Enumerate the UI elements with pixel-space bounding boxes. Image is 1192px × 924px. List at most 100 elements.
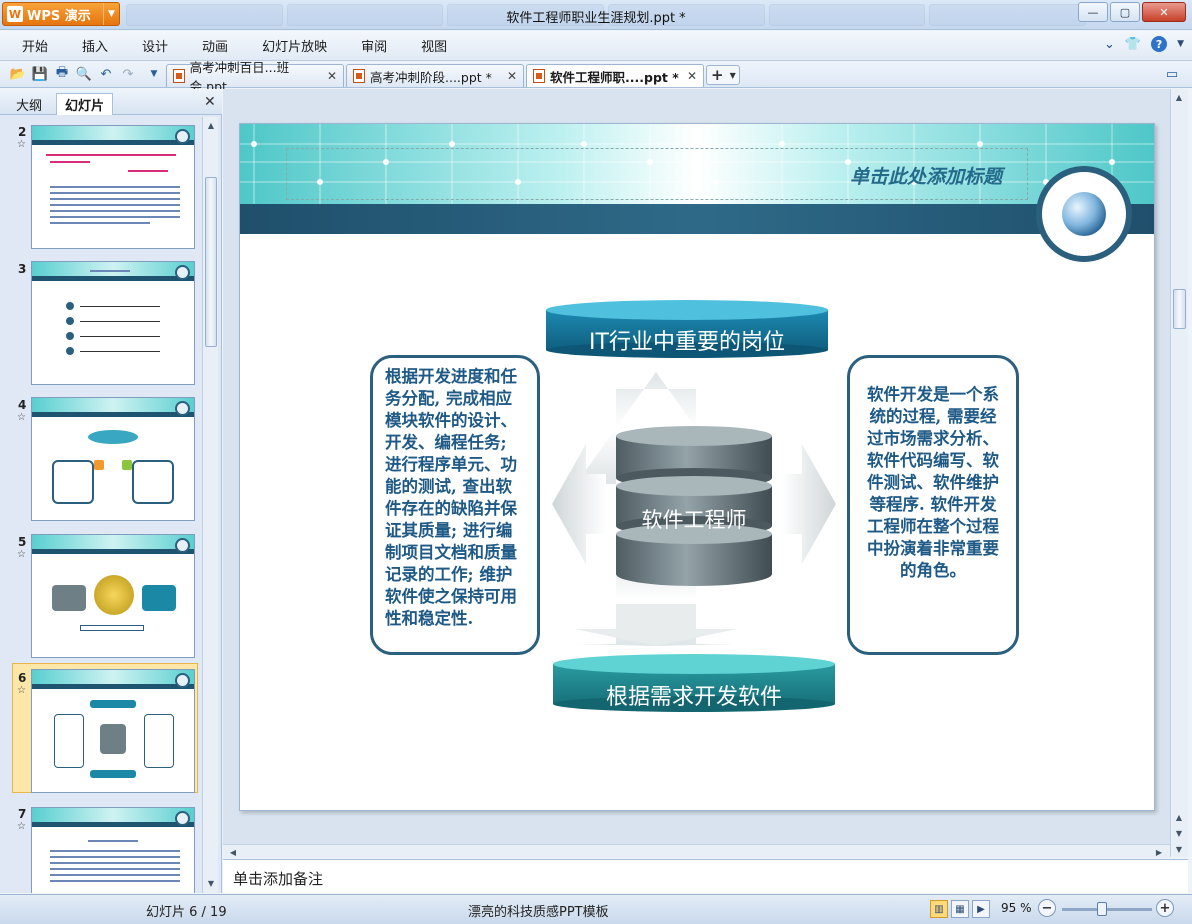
maximize-button[interactable]: ▢ xyxy=(1110,2,1140,22)
menu-right-tools: ⌄ 👕 ? ▼ xyxy=(1104,36,1184,52)
scroll-right-icon[interactable]: ▶ xyxy=(1153,846,1165,858)
chevron-down-icon[interactable]: ▼ xyxy=(1177,39,1184,49)
close-tab-icon[interactable]: ✕ xyxy=(687,69,697,83)
animation-star-icon: ☆ xyxy=(17,549,26,560)
new-tab-button[interactable]: + ▼ xyxy=(706,65,740,85)
menu-insert[interactable]: 插入 xyxy=(70,36,130,55)
scroll-down-icon[interactable]: ▼ xyxy=(1173,843,1185,855)
close-tab-icon[interactable]: ✕ xyxy=(507,69,517,83)
editor-horizontal-scrollbar[interactable]: ◀ ▶ xyxy=(223,844,1170,858)
menu-review[interactable]: 审阅 xyxy=(349,36,409,55)
save-icon[interactable]: 💾 xyxy=(32,66,48,82)
plus-icon: + xyxy=(711,66,724,84)
slide-thumb[interactable] xyxy=(31,397,195,521)
thumb-number: 5 xyxy=(18,535,27,549)
zoom-in-icon[interactable]: + xyxy=(1156,899,1174,917)
ppt-file-icon xyxy=(173,69,185,83)
ppt-file-icon xyxy=(533,69,545,83)
window-title: 软件工程师职业生涯规划.ppt * xyxy=(506,11,686,26)
status-bar: 幻灯片 6 / 19 漂亮的科技质感PPT模板 ▥ ▦ ▶ 95 % − + xyxy=(0,894,1192,924)
close-panel-icon[interactable]: ✕ xyxy=(204,94,216,110)
doc-tab-label: 高考冲刺阶段....ppt * xyxy=(370,69,492,85)
down-arrow-tip xyxy=(575,604,737,646)
notes-pane[interactable]: 单击添加备注 xyxy=(223,859,1188,893)
scroll-up-icon[interactable]: ▲ xyxy=(1173,91,1185,103)
menu-design[interactable]: 设计 xyxy=(130,36,190,55)
chevron-down-icon: ▼ xyxy=(729,70,736,80)
window-controls: — ▢ ✕ xyxy=(1078,2,1186,22)
left-description: 根据开发进度和任务分配, 完成相应模块软件的设计、开发、编程任务; 进行程序单元… xyxy=(385,367,517,628)
right-text-box[interactable]: 软件开发是一个系统的过程, 需要经过市场需求分析、软件代码编写、软件测试、软件维… xyxy=(847,355,1019,655)
right-arrow xyxy=(782,444,836,564)
close-tab-icon[interactable]: ✕ xyxy=(327,69,337,83)
thumb-number: 7 xyxy=(18,807,27,821)
bottom-cylinder-label: 根据需求开发软件 xyxy=(605,685,782,710)
menu-view[interactable]: 视图 xyxy=(409,36,469,55)
menu-home[interactable]: 开始 xyxy=(10,36,70,55)
menu-bar: 开始 插入 设计 动画 幻灯片放映 审阅 视图 xyxy=(0,31,1192,61)
doc-tab-2[interactable]: 高考冲刺阶段....ppt * ✕ xyxy=(346,64,524,87)
slide-thumb-selected[interactable] xyxy=(31,669,195,793)
view-buttons: ▥ ▦ ▶ xyxy=(930,900,990,918)
scroll-thumb[interactable] xyxy=(1173,289,1186,329)
customize-toolbar-icon[interactable]: ▼ xyxy=(146,66,162,82)
undo-icon[interactable]: ↶ xyxy=(98,66,114,82)
help-icon[interactable]: ? xyxy=(1151,36,1168,52)
slide-sorter-icon[interactable]: ▦ xyxy=(951,900,969,918)
doc-tab-3[interactable]: 软件工程师职....ppt * ✕ xyxy=(526,64,704,87)
previous-slide-icon[interactable]: ▲ xyxy=(1173,811,1185,823)
scroll-down-icon[interactable]: ▼ xyxy=(205,877,217,889)
top-cylinder-label: IT行业中重要的岗位 xyxy=(589,330,785,355)
panel-tabs: 大纲 幻灯片 ✕ xyxy=(0,89,222,115)
slide-canvas[interactable]: 单击此处添加标题 IT行业中重要的岗位 软件工程师 根据需求开发软件 根据开发进… xyxy=(239,123,1155,811)
drum-top-cap xyxy=(616,426,772,446)
center-drum-label: 软件工程师 xyxy=(641,508,747,532)
menu-slideshow[interactable]: 幻灯片放映 xyxy=(250,36,349,55)
slide-thumb[interactable] xyxy=(31,807,195,893)
zoom-slider-knob[interactable] xyxy=(1097,902,1107,916)
collapse-ribbon-icon[interactable]: ⌄ xyxy=(1104,37,1115,52)
slides-panel: 大纲 幻灯片 ✕ 2 ☆ 3 4 ☆ 5 ☆ 6 ☆ 7 ☆ ▲ ▼ xyxy=(0,89,222,893)
slide-thumb[interactable] xyxy=(31,125,195,249)
window-layout-icon[interactable]: ▭ xyxy=(1164,66,1180,82)
zoom-slider-track[interactable] xyxy=(1062,908,1152,911)
animation-star-icon: ☆ xyxy=(17,412,26,423)
bottom-cylinder-cap xyxy=(553,654,835,674)
skin-icon[interactable]: 👕 xyxy=(1125,37,1141,52)
slide-thumbnails: 2 ☆ 3 4 ☆ 5 ☆ 6 ☆ 7 ☆ xyxy=(0,117,202,893)
notes-placeholder[interactable]: 单击添加备注 xyxy=(233,868,323,889)
next-slide-icon[interactable]: ▼ xyxy=(1173,827,1185,839)
slide-thumb[interactable] xyxy=(31,534,195,658)
doc-tab-1[interactable]: 高考冲刺百日...班会.ppt ✕ xyxy=(166,60,344,94)
close-button[interactable]: ✕ xyxy=(1142,2,1186,22)
thumb-number: 3 xyxy=(18,262,27,276)
slideshow-icon[interactable]: ▶ xyxy=(972,900,990,918)
menu-animation[interactable]: 动画 xyxy=(190,36,250,55)
print-icon[interactable]: 🖶 xyxy=(54,65,70,82)
scroll-thumb[interactable] xyxy=(205,177,217,347)
quick-access-toolbar: 📂 💾 🖶 🔍 ↶ ↷ ▼ 高考冲刺百日...班会.ppt ✕ 高考冲刺阶段..… xyxy=(0,60,1192,94)
thumb-number: 6 xyxy=(18,671,27,685)
scroll-left-icon[interactable]: ◀ xyxy=(227,846,239,858)
scroll-up-icon[interactable]: ▲ xyxy=(205,119,217,131)
doc-tab-label: 软件工程师职....ppt * xyxy=(550,69,679,85)
minimize-button[interactable]: — xyxy=(1078,2,1108,22)
normal-view-icon[interactable]: ▥ xyxy=(930,900,948,918)
open-folder-icon[interactable]: 📂 xyxy=(10,66,26,82)
editor-vertical-scrollbar[interactable]: ▲ ▲ ▼ ▼ xyxy=(1170,89,1188,857)
left-text-box[interactable]: 根据开发进度和任务分配, 完成相应模块软件的设计、开发、编程任务; 进行程序单元… xyxy=(370,355,540,655)
right-description: 软件开发是一个系统的过程, 需要经过市场需求分析、软件代码编写、软件测试、软件维… xyxy=(867,385,999,580)
print-preview-icon[interactable]: 🔍 xyxy=(76,66,92,82)
zoom-out-icon[interactable]: − xyxy=(1038,899,1056,917)
ppt-file-icon xyxy=(353,69,365,83)
redo-icon[interactable]: ↷ xyxy=(120,66,136,82)
tab-outline[interactable]: 大纲 xyxy=(8,93,50,115)
thumb-number: 2 xyxy=(18,125,27,139)
zoom-level: 95 % xyxy=(1001,901,1032,915)
slide-thumb[interactable] xyxy=(31,261,195,385)
animation-star-icon: ☆ xyxy=(17,685,26,696)
thumb-number: 4 xyxy=(18,398,27,412)
tab-slides[interactable]: 幻灯片 xyxy=(56,93,114,115)
thumbnails-scrollbar[interactable]: ▲ ▼ xyxy=(202,117,218,893)
title-bar: W WPS 演示 ▼ 软件工程师职业生涯规划.ppt * — ▢ ✕ xyxy=(0,0,1192,30)
